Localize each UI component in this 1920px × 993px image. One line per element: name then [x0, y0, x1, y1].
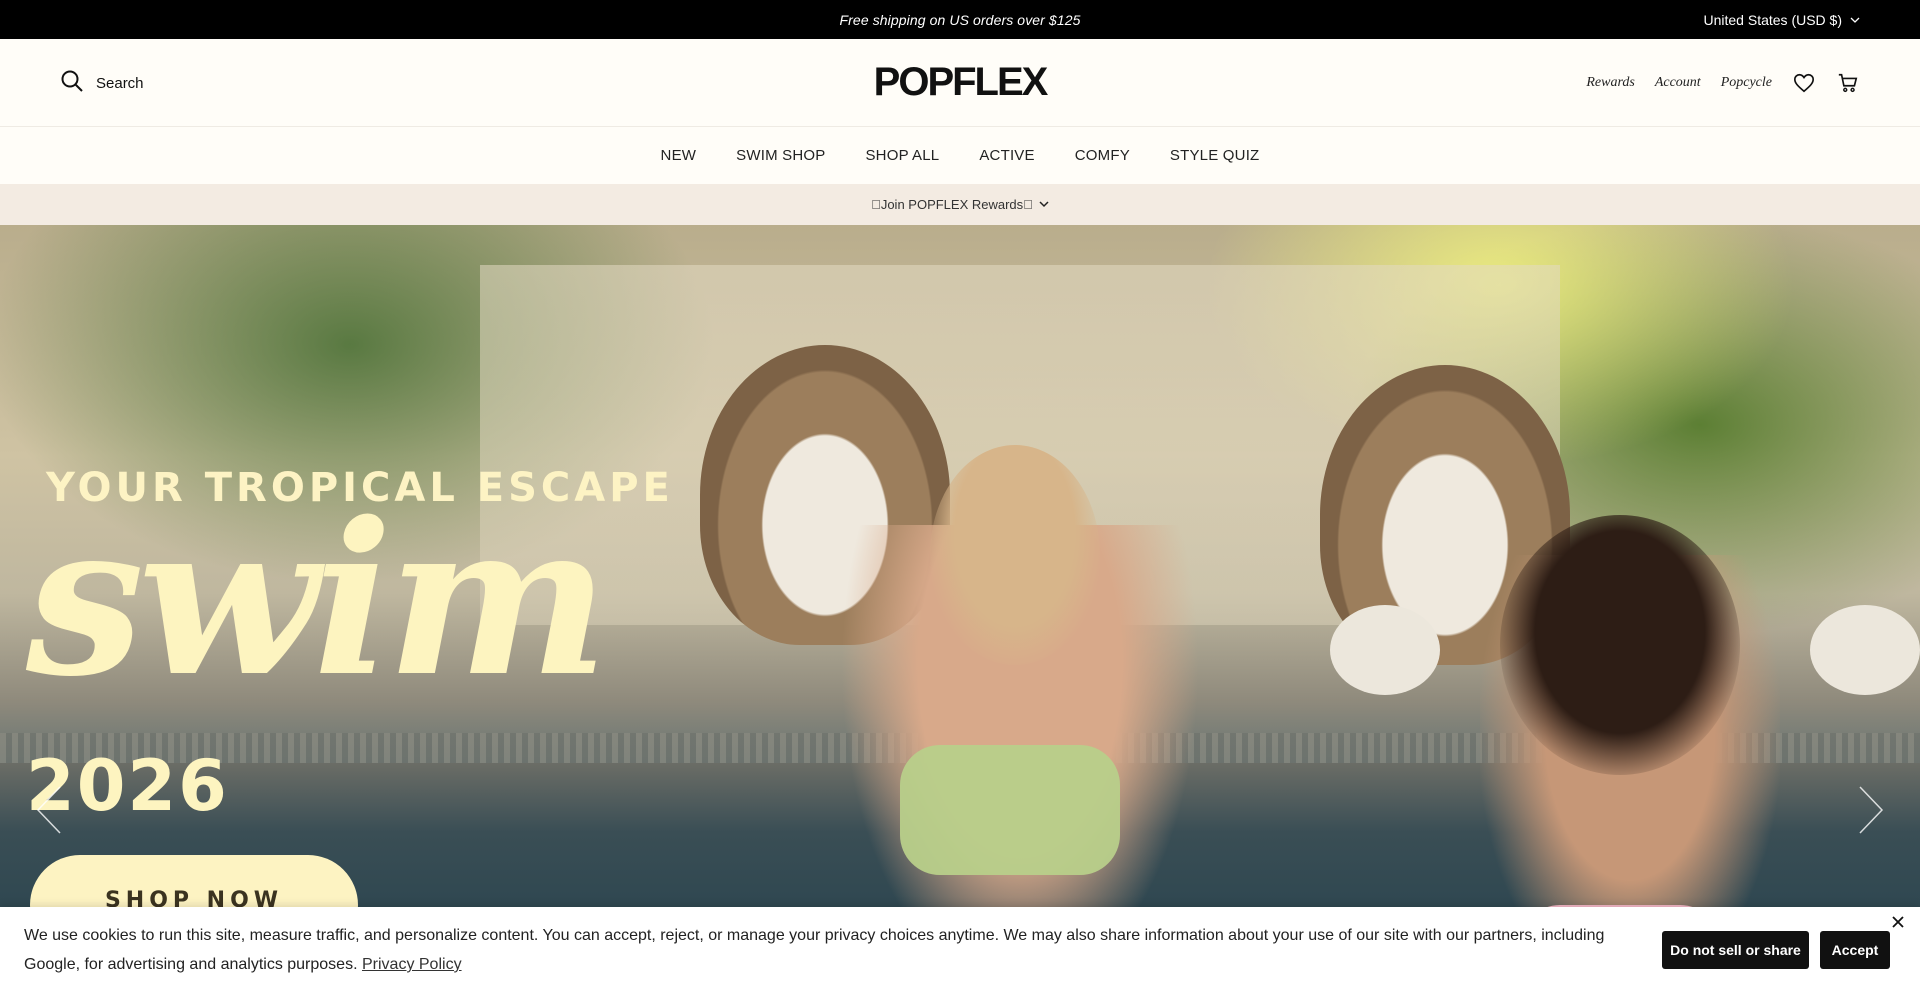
cart-icon — [1838, 73, 1858, 93]
chevron-down-icon — [1039, 197, 1049, 212]
hero-model-swimsuit — [900, 745, 1120, 875]
chevron-down-icon — [1850, 12, 1860, 28]
heart-icon — [1794, 73, 1814, 93]
account-link[interactable]: Account — [1655, 75, 1701, 91]
hero-ottoman — [1810, 605, 1920, 695]
close-cookie-banner-button[interactable] — [1892, 915, 1908, 931]
rewards-strip[interactable]: 􀀀Join POPFLEX Rewards􀀀 — [0, 184, 1920, 225]
close-icon — [1892, 916, 1904, 928]
shipping-message: Free shipping on US orders over $125 — [839, 11, 1081, 28]
site-header: Search POPFLEX Rewards Account Popcycle — [0, 39, 1920, 127]
rewards-strip-label: 􀀀Join POPFLEX Rewards􀀀 — [871, 197, 1033, 212]
logo-text: POPFLEX — [873, 60, 1049, 104]
cookie-message: We use cookies to run this site, measure… — [24, 921, 1624, 979]
privacy-policy-link[interactable]: Privacy Policy — [362, 956, 462, 973]
cart-button[interactable] — [1836, 71, 1860, 95]
hero-ottoman — [1330, 605, 1440, 695]
hero-banner: YOUR TROPICAL ESCAPE swim 2026 SHOP NOW — [0, 225, 1920, 993]
nav-item-active[interactable]: ACTIVE — [979, 147, 1034, 164]
hero-model-hair — [930, 445, 1100, 665]
site-logo[interactable]: POPFLEX — [873, 59, 1049, 105]
search-label: Search — [96, 74, 144, 92]
announcement-bar: Free shipping on US orders over $125 Uni… — [0, 0, 1920, 39]
nav-item-new[interactable]: NEW — [661, 147, 697, 164]
do-not-sell-button[interactable]: Do not sell or share — [1662, 931, 1809, 969]
carousel-next-button[interactable] — [1856, 785, 1886, 835]
nav-item-comfy[interactable]: COMFY — [1075, 147, 1130, 164]
accept-cookies-button[interactable]: Accept — [1820, 931, 1890, 969]
search-icon — [60, 69, 84, 97]
header-actions: Rewards Account Popcycle — [1586, 39, 1860, 127]
currency-label: United States (USD $) — [1703, 11, 1843, 28]
hero-script-title: swim — [26, 476, 609, 723]
cookie-text: We use cookies to run this site, measure… — [24, 927, 1605, 973]
wishlist-button[interactable] — [1792, 71, 1816, 95]
chevron-right-icon — [1859, 786, 1884, 834]
carousel-prev-button[interactable] — [34, 785, 64, 835]
hero-model-hair — [1500, 515, 1740, 775]
main-nav: NEW SWIM SHOP SHOP ALL ACTIVE COMFY STYL… — [0, 127, 1920, 184]
nav-item-swim-shop[interactable]: SWIM SHOP — [736, 147, 825, 164]
currency-selector[interactable]: United States (USD $) — [1704, 0, 1861, 39]
popcycle-link[interactable]: Popcycle — [1721, 75, 1772, 91]
search-button[interactable]: Search — [60, 39, 144, 127]
nav-item-shop-all[interactable]: SHOP ALL — [865, 147, 939, 164]
rewards-link[interactable]: Rewards — [1586, 75, 1634, 91]
chevron-left-icon — [36, 786, 61, 834]
nav-item-style-quiz[interactable]: STYLE QUIZ — [1170, 147, 1260, 164]
cookie-banner: We use cookies to run this site, measure… — [0, 907, 1920, 993]
